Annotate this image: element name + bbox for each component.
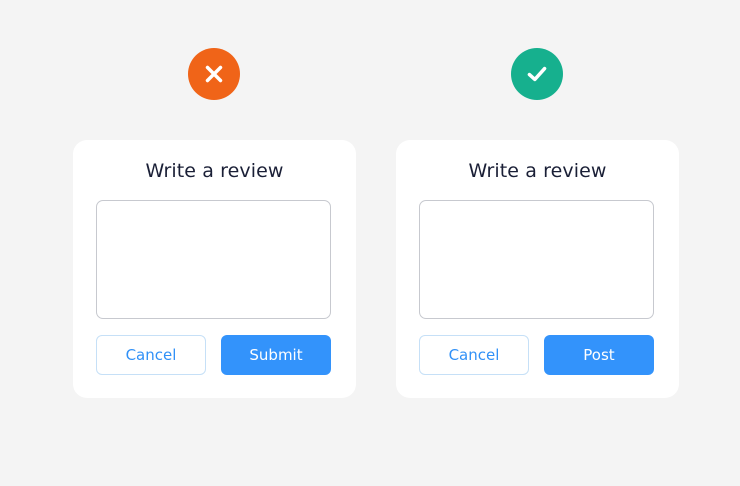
review-dialog-bad: Write a review Cancel Submit: [73, 140, 356, 398]
incorrect-badge: [188, 48, 240, 100]
review-textarea[interactable]: [96, 200, 331, 319]
submit-button[interactable]: Submit: [221, 335, 331, 375]
dialog-title: Write a review: [145, 160, 284, 182]
review-dialog-good: Write a review Cancel Post: [396, 140, 679, 398]
post-button[interactable]: Post: [544, 335, 654, 375]
dialog-title: Write a review: [468, 160, 607, 182]
correct-badge: [511, 48, 563, 100]
review-textarea[interactable]: [419, 200, 654, 319]
cancel-button[interactable]: Cancel: [419, 335, 529, 375]
check-icon: [527, 66, 547, 82]
close-icon: [205, 65, 223, 83]
cancel-button[interactable]: Cancel: [96, 335, 206, 375]
